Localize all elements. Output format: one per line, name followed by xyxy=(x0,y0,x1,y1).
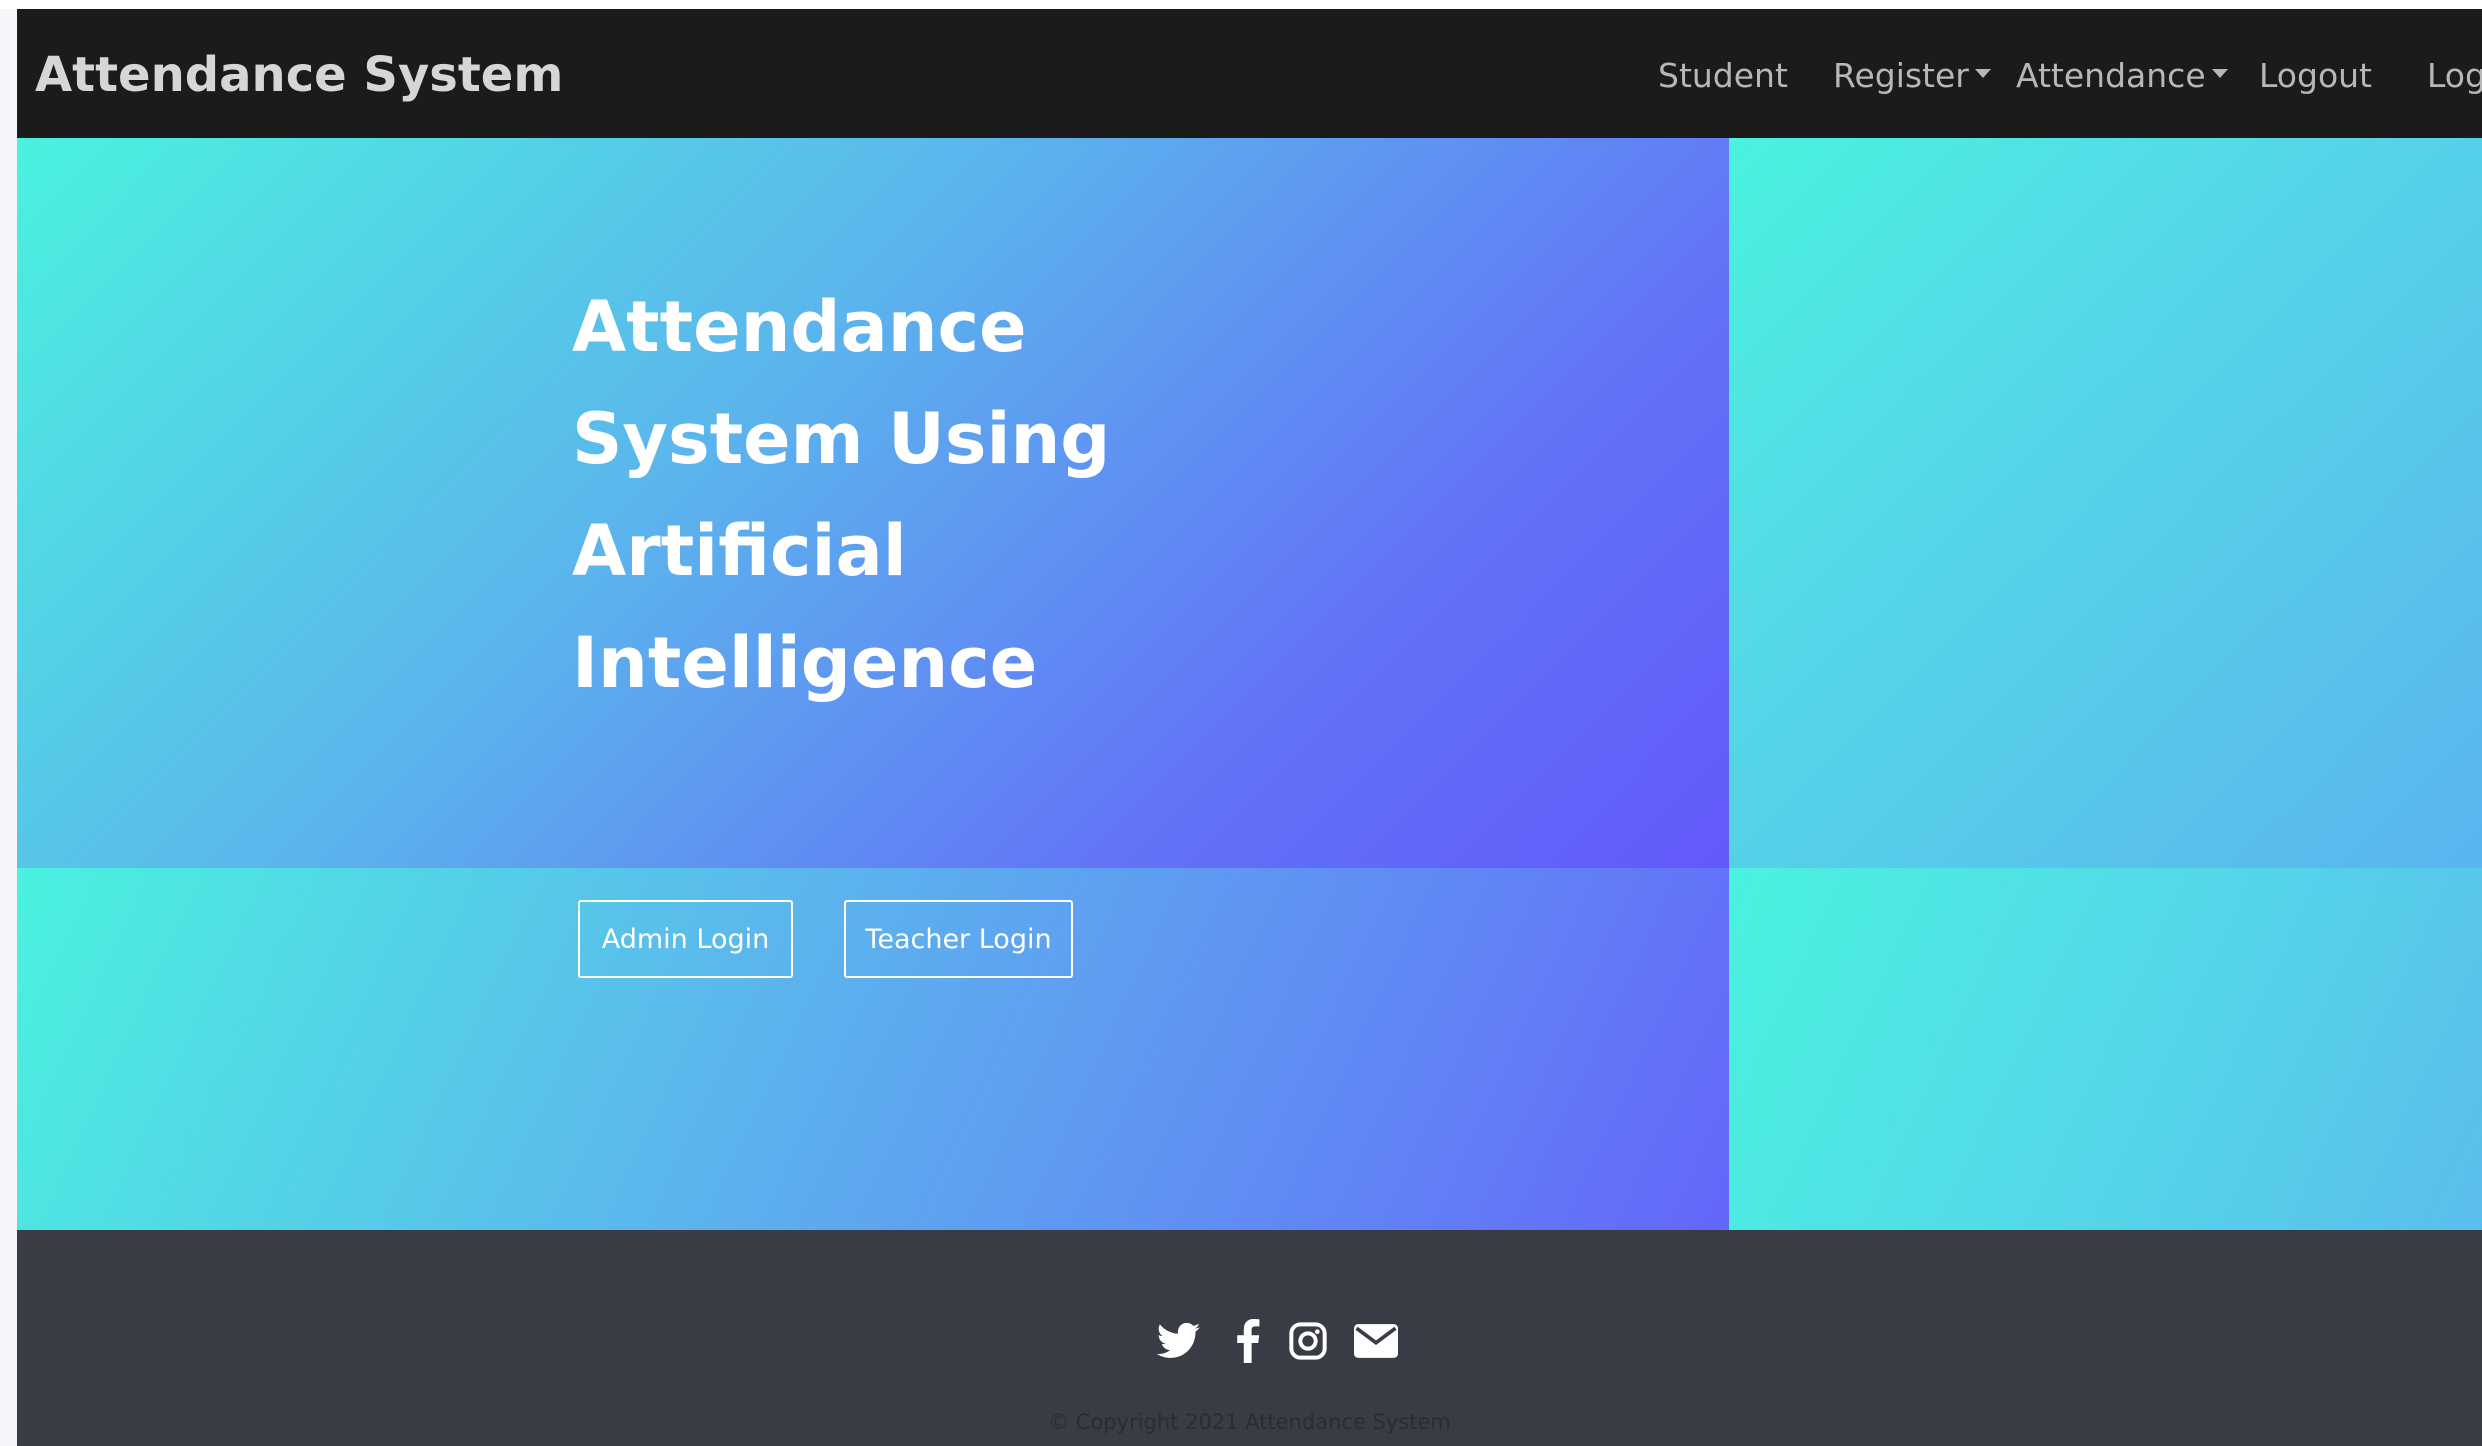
copyright-text: © Copyright 2021 Attendance System xyxy=(1048,1410,1451,1434)
hero-side-panel xyxy=(1729,138,2482,868)
nav-item-attendance[interactable]: Attendance xyxy=(2016,56,2228,95)
email-icon[interactable] xyxy=(1352,1318,1400,1364)
brand-logo-text[interactable]: Attendance System xyxy=(35,47,563,103)
nav-item-login[interactable]: Log xyxy=(2427,56,2482,95)
hero-lower-band-side xyxy=(1729,868,2482,1230)
nav-item-student[interactable]: Student xyxy=(1658,56,1788,95)
admin-login-button[interactable]: Admin Login xyxy=(578,900,793,978)
nav-item-student-label: Student xyxy=(1658,56,1788,95)
nav-item-login-label: Log xyxy=(2427,56,2482,95)
instagram-icon[interactable] xyxy=(1285,1318,1331,1364)
nav-item-register[interactable]: Register xyxy=(1833,56,1991,95)
hero-title-line: Intelligence xyxy=(572,622,1038,704)
left-gutter xyxy=(0,9,17,1446)
hero-title: Attendance System Using Artificial Intel… xyxy=(572,271,1252,719)
nav-item-logout-label: Logout xyxy=(2259,56,2372,95)
nav-item-logout[interactable]: Logout xyxy=(2259,56,2372,95)
hero-title-line: Artificial xyxy=(572,510,907,592)
footer: © Copyright 2021 Attendance System xyxy=(17,1230,2482,1446)
caret-down-icon xyxy=(2211,69,2228,78)
nav-item-register-label: Register xyxy=(1833,56,1969,95)
facebook-icon[interactable] xyxy=(1233,1318,1263,1364)
twitter-icon[interactable] xyxy=(1155,1318,1203,1364)
window-top-strip xyxy=(0,0,2482,9)
hero-title-line: System Using xyxy=(572,398,1111,480)
caret-down-icon xyxy=(1974,69,1991,78)
hero-title-line: Attendance xyxy=(572,286,1027,368)
teacher-login-button[interactable]: Teacher Login xyxy=(844,900,1073,978)
navbar: Attendance System Student Register Atten… xyxy=(17,9,2482,138)
page: Attendance System Student Register Atten… xyxy=(17,9,2482,1446)
nav-item-attendance-label: Attendance xyxy=(2016,56,2206,95)
